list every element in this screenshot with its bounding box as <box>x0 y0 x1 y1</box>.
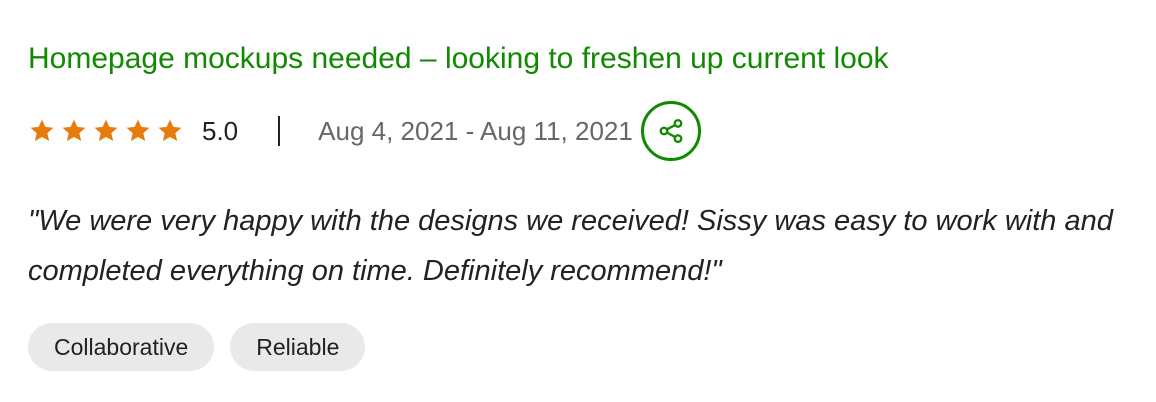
tag-collaborative: Collaborative <box>28 323 215 371</box>
tag-list: Collaborative Reliable <box>28 323 366 371</box>
rating-value: 5.0 <box>202 115 239 146</box>
review-meta-row: 5.0 Aug 4, 2021 - Aug 11, 2021 <box>28 98 701 164</box>
star-icon <box>156 117 184 145</box>
star-icon <box>92 117 120 145</box>
star-icon <box>124 117 152 145</box>
share-button[interactable] <box>640 101 701 161</box>
star-icon <box>28 117 56 145</box>
date-range: Aug 4, 2021 - Aug 11, 2021 <box>318 115 633 146</box>
star-icon <box>60 117 88 145</box>
tag-reliable: Reliable <box>230 323 366 371</box>
review-card: Homepage mockups needed – looking to fre… <box>0 0 1156 402</box>
star-rating <box>28 117 184 145</box>
review-quote: "We were very happy with the designs we … <box>28 205 1113 287</box>
share-icon <box>659 118 683 144</box>
divider <box>278 116 281 146</box>
job-title-link[interactable]: Homepage mockups needed – looking to fre… <box>28 40 889 78</box>
